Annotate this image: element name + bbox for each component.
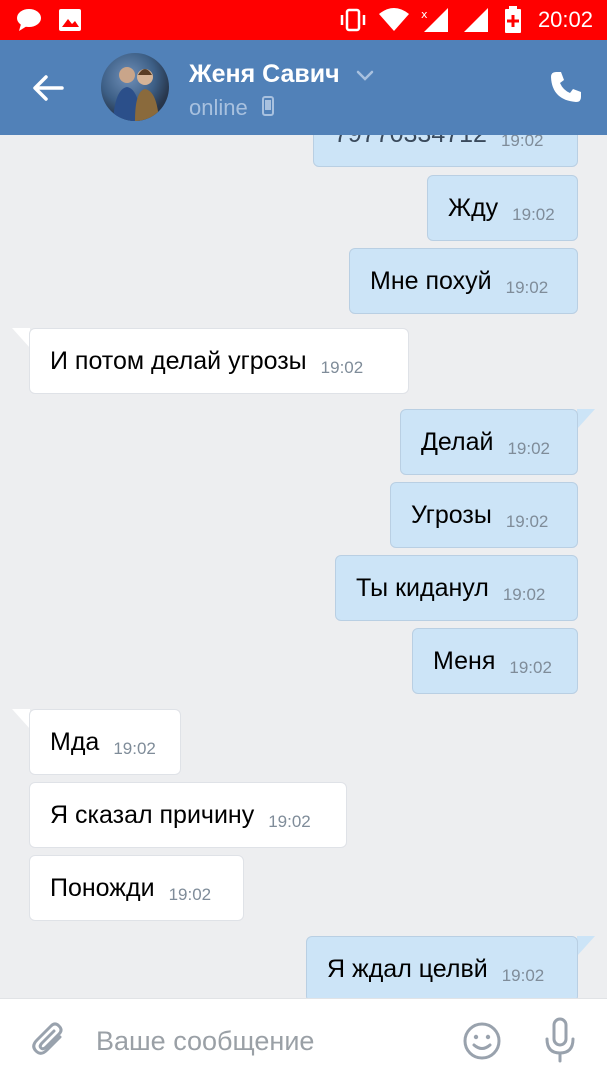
message-bubble-outgoing[interactable]: Меня 19:02 xyxy=(412,628,578,694)
message-bubble-outgoing[interactable]: 79770334712 19:02 xyxy=(313,135,578,167)
message-bubble-incoming[interactable]: Я сказал причину 19:02 xyxy=(29,782,347,848)
chat-header: Женя Савич online xyxy=(0,40,607,135)
wifi-icon xyxy=(379,8,409,31)
message-time: 19:02 xyxy=(505,512,549,531)
message-text: 79770334712 xyxy=(334,135,487,149)
message-time: 19:02 xyxy=(505,278,549,297)
svg-text:x: x xyxy=(421,8,428,21)
message-text: И потом делай угрозы xyxy=(50,346,307,375)
chevron-down-icon[interactable] xyxy=(356,66,374,84)
message-time: 19:02 xyxy=(320,358,364,377)
message-bubble-outgoing[interactable]: Жду 19:02 xyxy=(427,175,578,241)
phone-device-icon xyxy=(262,96,274,116)
microphone-icon[interactable] xyxy=(540,1017,580,1063)
message-time: 19:02 xyxy=(500,135,544,150)
message-time: 19:02 xyxy=(509,658,552,677)
status-bar: x 20:02 xyxy=(0,0,607,40)
bubble-tail xyxy=(12,328,30,348)
message-time: 19:02 xyxy=(507,439,551,458)
message-bubble-incoming[interactable]: Мда 19:02 xyxy=(29,709,181,775)
message-text: Меня xyxy=(433,646,496,675)
vibrate-icon xyxy=(340,8,366,32)
message-input-bar xyxy=(0,998,607,1080)
message-bubble-outgoing[interactable]: Ты киданул 19:02 xyxy=(335,555,578,621)
signal-icon-2 xyxy=(464,8,488,32)
message-text: Ты киданул xyxy=(356,573,489,602)
message-bubble-incoming[interactable]: И потом делай угрозы 19:02 xyxy=(29,328,409,394)
contact-status: online xyxy=(189,95,248,120)
attach-icon[interactable] xyxy=(30,1021,68,1059)
bubble-tail xyxy=(577,409,595,429)
avatar[interactable] xyxy=(101,53,169,121)
message-text: Угрозы xyxy=(411,500,492,529)
signal-icon: x xyxy=(421,8,448,32)
image-icon xyxy=(59,9,81,31)
contact-name[interactable]: Женя Савич xyxy=(189,60,340,89)
message-input[interactable] xyxy=(96,1019,436,1063)
message-bubble-outgoing[interactable]: Угрозы 19:02 xyxy=(390,482,578,548)
message-time: 19:02 xyxy=(502,585,546,604)
message-text: Я сказал причину xyxy=(50,800,255,829)
battery-icon xyxy=(505,6,521,33)
message-time: 19:02 xyxy=(168,885,212,904)
call-icon[interactable] xyxy=(549,70,583,104)
message-bubble-incoming[interactable]: Поножди 19:02 xyxy=(29,855,244,921)
back-arrow-icon[interactable] xyxy=(28,68,68,108)
message-list[interactable]: 79770334712 19:02 Жду 19:02 Мне похуй 19… xyxy=(0,135,607,998)
bubble-tail xyxy=(577,936,595,956)
status-time: 20:02 xyxy=(537,7,593,32)
chat-bubble-icon xyxy=(17,9,41,31)
message-text: Жду xyxy=(448,193,499,222)
message-time: 19:02 xyxy=(501,966,545,985)
emoji-icon[interactable] xyxy=(462,1021,502,1061)
message-bubble-outgoing[interactable]: Я ждал целвй 19:02 xyxy=(306,936,578,998)
message-time: 19:02 xyxy=(268,812,311,831)
message-bubble-outgoing[interactable]: Делай 19:02 xyxy=(400,409,578,475)
message-text: Мда xyxy=(50,727,100,756)
message-text: Мне похуй xyxy=(370,266,492,295)
message-text: Я ждал целвй xyxy=(327,954,488,983)
message-text: Делай xyxy=(421,427,494,456)
message-time: 19:02 xyxy=(113,739,156,758)
bubble-tail xyxy=(12,709,30,729)
message-time: 19:02 xyxy=(512,205,555,224)
message-text: Поножди xyxy=(50,873,155,902)
message-bubble-outgoing[interactable]: Мне похуй 19:02 xyxy=(349,248,578,314)
